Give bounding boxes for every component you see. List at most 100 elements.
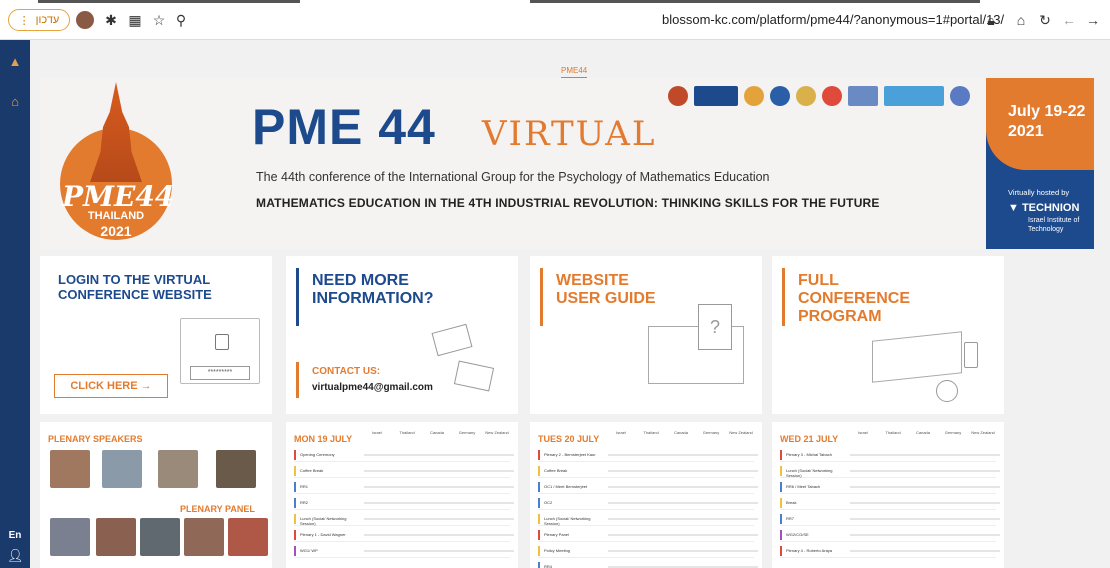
schedule-card-tue[interactable]: TUES 20 JULY Israel Thailand Canada Germany… (530, 422, 762, 568)
banner-subtitle: The 44th conference of the International… (256, 170, 770, 184)
session-time-placeholder (970, 454, 1000, 458)
session-name: Policy Meeting (544, 548, 571, 553)
session-time-placeholder (880, 454, 910, 458)
reload-icon[interactable]: ↻ (1036, 11, 1054, 29)
panel-photo[interactable] (140, 518, 180, 556)
timezone-header: Germany (944, 430, 962, 435)
schedule-row[interactable]: Coffee Break (294, 464, 514, 478)
schedule-row[interactable]: Opening Ceremony (294, 448, 514, 462)
timezone-header: Thailand (885, 430, 901, 435)
user-guide-card[interactable]: WEBSITE USER GUIDE ? (530, 256, 762, 414)
session-time-placeholder (970, 502, 1000, 506)
login-card[interactable]: LOGIN TO THE VIRTUAL CONFERENCE WEBSITE … (40, 256, 272, 414)
session-time-placeholder (728, 550, 758, 554)
session-time-placeholder (484, 534, 514, 538)
session-time-placeholder (728, 518, 758, 522)
forward-icon[interactable]: ← (1060, 11, 1078, 29)
panel-photo[interactable] (50, 518, 90, 556)
session-time-placeholder (668, 534, 698, 538)
schedule-row[interactable]: OC1 / Meet Bernsterjeet (538, 480, 758, 494)
schedule-row[interactable]: Policy Meeting (538, 544, 758, 558)
session-time-placeholder (424, 518, 454, 522)
session-time-placeholder (728, 454, 758, 458)
schedule-row[interactable]: Lunch (Social/ Networking Session) (780, 464, 1000, 478)
profile-avatar[interactable] (76, 11, 94, 29)
schedule-row[interactable]: Lunch (Social/ Networking Session) (538, 512, 758, 526)
schedule-row[interactable]: RR6 / Meet Tabach (780, 480, 1000, 494)
info-card[interactable]: NEED MORE INFORMATION? CONTACT US: virtu… (286, 256, 518, 414)
schedule-row[interactable]: WG1/ WP (294, 544, 514, 558)
timezone-header: Thailand (643, 430, 659, 435)
schedule-row[interactable]: RR1 (294, 480, 514, 494)
schedule-row[interactable]: Break (780, 496, 1000, 510)
schedule-row[interactable]: Plenary 2 - Bernsterjeet Kaur (538, 448, 758, 462)
schedule-row[interactable]: Plenary Panel (538, 528, 758, 542)
timezone-header: Germany (702, 430, 720, 435)
schedule-row[interactable]: Plenary 3 - Michal Tabach (780, 448, 1000, 462)
click-here-button[interactable]: CLICK HERE → (54, 374, 168, 398)
program-card[interactable]: FULL CONFERENCE PROGRAM (772, 256, 1004, 414)
speaker-photo[interactable] (102, 450, 142, 488)
lock-icon[interactable]: 🔒︎ (982, 11, 1000, 29)
schedule-row[interactable]: OC2 (538, 496, 758, 510)
bookmark-star-icon[interactable]: ☆ (150, 11, 168, 29)
speaker-photo[interactable] (50, 450, 90, 488)
speaker-photo[interactable] (158, 450, 198, 488)
panel-photo[interactable] (96, 518, 136, 556)
session-time-placeholder (698, 470, 728, 474)
envelope-icon (431, 323, 473, 357)
partner-logo-icon (668, 86, 688, 106)
session-color-tag (780, 530, 782, 540)
schedule-row[interactable]: Coffee Break (538, 464, 758, 478)
schedule-card-mon[interactable]: MON 19 JULY Israel Thailand Canada Germany N… (286, 422, 518, 568)
panel-photo[interactable] (184, 518, 224, 556)
session-time-placeholder (484, 518, 514, 522)
lock-icon (215, 334, 229, 350)
browser-toolbar: ⋮ עדכון ✱ ▦ ☆ ⚲ blossom-kc.com/platform/… (0, 0, 1110, 40)
schedule-card-wed[interactable]: WED 21 JULY Israel Thailand Canada Germany N… (772, 422, 1004, 568)
update-button[interactable]: ⋮ עדכון (8, 9, 70, 31)
extensions-icon[interactable]: ✱ (102, 11, 120, 29)
banner-theme: MATHEMATICS EDUCATION IN THE 4TH INDUSTR… (256, 196, 880, 210)
back-icon[interactable]: → (1084, 11, 1102, 29)
contact-label: CONTACT US: (312, 366, 381, 377)
session-time-placeholder (850, 502, 880, 506)
session-time-placeholder (608, 550, 638, 554)
session-name: Lunch (Social/ Networking Session) (786, 468, 833, 478)
schedule-row[interactable]: RR2 (294, 496, 514, 510)
address-bar-url[interactable]: blossom-kc.com/platform/pme44/?anonymous… (662, 12, 1004, 27)
schedule-row[interactable]: RR7 (780, 512, 1000, 526)
speakers-card[interactable]: PLENARY SPEAKERS PLENARY PANEL (40, 422, 272, 568)
question-document-icon: ? (698, 304, 732, 350)
session-color-tag (294, 466, 296, 476)
partner-logo-icon (744, 86, 764, 106)
speaker-photo[interactable] (216, 450, 256, 488)
session-time-placeholder (364, 550, 394, 554)
session-name: Break (786, 500, 797, 505)
session-time-placeholder (638, 470, 668, 474)
session-time-placeholder (880, 470, 910, 474)
home-icon[interactable]: ⌂ (1012, 11, 1030, 29)
panel-photo[interactable] (228, 518, 268, 556)
session-name: Lunch (Social/ Networking Session) (544, 516, 591, 526)
session-name: Plenary Panel (544, 532, 569, 537)
schedule-row[interactable]: WG2/CG/SE (780, 528, 1000, 542)
day-title: TUES 20 JULY (538, 434, 600, 444)
temple-icon[interactable]: ▲ (7, 54, 23, 70)
schedule-row[interactable]: Lunch (Social/ Networking Session) (294, 512, 514, 526)
session-color-tag (538, 514, 540, 524)
user-icon[interactable]: 👤︎ (7, 548, 24, 564)
schedule-row[interactable]: Plenary 1 - David Wagner (294, 528, 514, 542)
session-time-placeholder (728, 470, 758, 474)
contact-email[interactable]: virtualpme44@gmail.com (312, 382, 433, 393)
home-icon[interactable]: ⌂ (7, 94, 23, 110)
language-toggle[interactable]: En (5, 530, 25, 541)
qr-code-icon[interactable]: ▦ (126, 11, 144, 29)
search-icon[interactable]: ⚲ (172, 11, 190, 29)
host-subtitle: Israel Institute of Technology (1028, 217, 1080, 233)
session-time-placeholder (484, 486, 514, 490)
session-time-placeholder (910, 470, 940, 474)
schedule-row[interactable]: Plenary 4 - Roberto Araya (780, 544, 1000, 558)
schedule-row[interactable]: RR4 (538, 560, 758, 568)
session-time-placeholder (698, 534, 728, 538)
